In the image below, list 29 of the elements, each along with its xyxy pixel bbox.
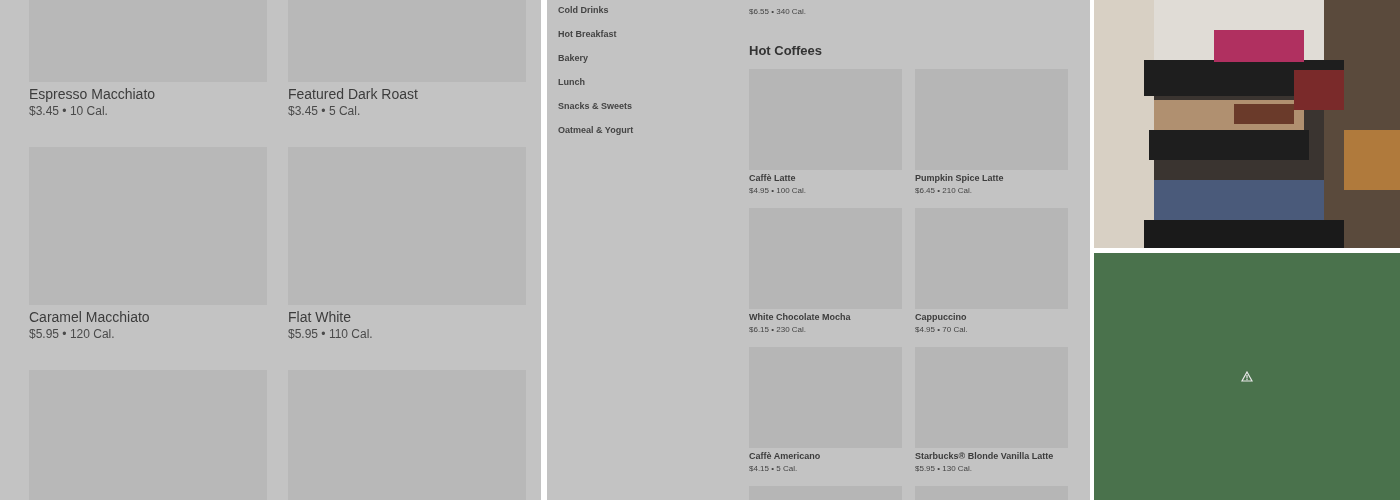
product-name: Caffè Latte — [749, 172, 797, 185]
price-text: $5.95 • 120 Cal. — [29, 326, 116, 342]
product-name: Caramel Macchiato — [29, 308, 151, 326]
product-name: Starbucks® Blonde Vanilla Latte — [915, 450, 1055, 463]
product-name: Featured Dark Roast — [288, 85, 419, 103]
category-link[interactable]: Hot Breakfast — [558, 27, 617, 42]
product-name: Cappuccino — [915, 311, 968, 324]
category-link[interactable]: Lunch — [558, 75, 585, 90]
product-name: Flat White — [288, 308, 352, 326]
price-text: $6.15 • 230 Cal. — [749, 324, 808, 335]
price-text: $3.45 • 10 Cal. — [29, 103, 109, 119]
product-name: Pumpkin Spice Latte — [915, 172, 1005, 185]
warning-icon — [1241, 371, 1253, 382]
price-text: $5.95 • 110 Cal. — [288, 326, 374, 342]
product-name: White Chocolate Mocha — [749, 311, 852, 324]
price-text: $3.45 • 5 Cal. — [288, 103, 362, 119]
price-text: $5.95 • 130 Cal. — [915, 463, 974, 474]
price-text: $6.55 • 340 Cal. — [749, 6, 807, 17]
category-link[interactable]: Snacks & Sweets — [558, 99, 633, 114]
price-text: $4.95 • 100 Cal. — [749, 185, 808, 196]
category-link[interactable]: Cold Drinks — [558, 3, 609, 18]
product-name: Espresso Macchiato — [29, 85, 157, 103]
section-title: Hot Coffees — [749, 42, 823, 60]
category-link[interactable]: Bakery — [558, 51, 589, 66]
product-name: Caffè Americano — [749, 450, 822, 463]
price-text: $4.95 • 70 Cal. — [915, 324, 969, 335]
category-link[interactable]: Oatmeal & Yogurt — [558, 123, 634, 138]
price-text: $6.45 • 210 Cal. — [915, 185, 974, 196]
price-text: $4.15 • 5 Cal. — [749, 463, 799, 474]
